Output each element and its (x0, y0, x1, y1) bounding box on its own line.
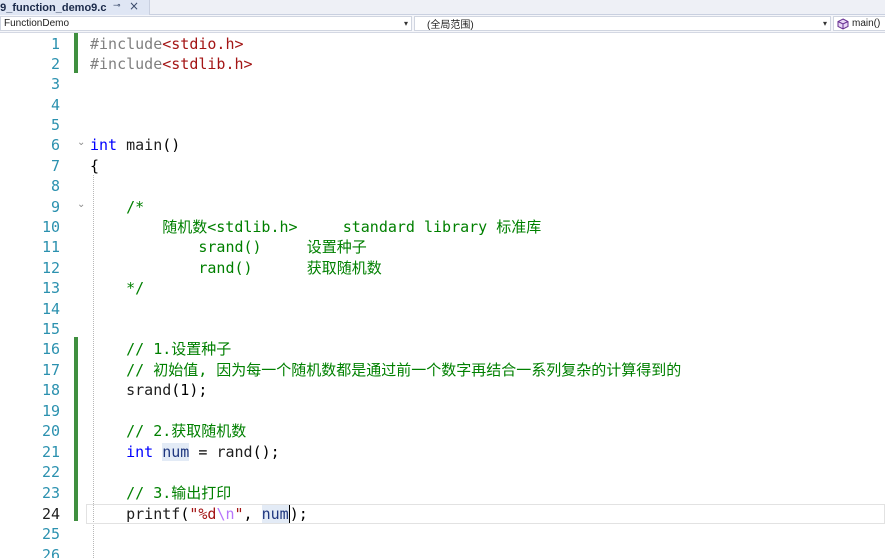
line-number: 25 (41, 525, 60, 543)
code-line: 14 (0, 299, 885, 319)
tab-strip: 09_function_demo9.c ⊸ × (0, 0, 885, 15)
code-line: 12 rand() 获取随机数 (0, 258, 885, 278)
file-tab-title: 09_function_demo9.c (0, 1, 107, 14)
line-number: 6 (50, 136, 60, 154)
file-tab[interactable]: 09_function_demo9.c ⊸ × (0, 0, 150, 15)
line-number: 21 (41, 443, 60, 461)
code-text[interactable]: printf("%d\n", num); (90, 504, 308, 524)
navigation-bar: FunctionDemo ▾ (全局范围) ▾ main() (0, 15, 885, 33)
fold-collapse-icon[interactable]: ⌄ (77, 137, 85, 148)
code-line: 21 int num = rand(); (0, 442, 885, 462)
code-line: 10 随机数<stdlib.h> standard library 标准库 (0, 217, 885, 237)
code-text[interactable]: #include<stdio.h> (90, 34, 244, 54)
chevron-down-icon[interactable]: ▾ (820, 19, 830, 28)
code-line: 1 #include<stdio.h> (0, 34, 885, 54)
code-text[interactable]: // 1.设置种子 (90, 339, 231, 359)
code-line: 15 (0, 319, 885, 339)
code-text[interactable]: // 3.输出打印 (90, 483, 231, 503)
code-line: 5 (0, 115, 885, 135)
line-number: 15 (41, 320, 60, 338)
code-line: 23 // 3.输出打印 (0, 483, 885, 503)
code-text[interactable]: 随机数<stdlib.h> standard library 标准库 (90, 217, 541, 237)
code-text[interactable]: // 2.获取随机数 (90, 421, 246, 441)
code-line: 11 srand() 设置种子 (0, 237, 885, 257)
code-line: 19 (0, 401, 885, 421)
code-line: 25 (0, 524, 885, 544)
code-text[interactable]: srand() 设置种子 (90, 237, 366, 257)
line-number: 26 (41, 546, 60, 558)
method-cube-icon (837, 17, 849, 30)
line-number: 16 (41, 340, 60, 358)
pin-icon[interactable]: ⊸ (113, 1, 121, 11)
line-number: 20 (41, 422, 60, 440)
line-number: 13 (41, 279, 60, 297)
code-line: 3 (0, 74, 885, 94)
project-dropdown-value: FunctionDemo (4, 18, 70, 29)
code-line: 18 srand(1); (0, 380, 885, 400)
code-text[interactable]: int main() (90, 135, 180, 155)
line-number: 1 (50, 35, 60, 53)
code-text[interactable]: int num = rand(); (90, 442, 280, 462)
code-line: 8 (0, 176, 885, 196)
line-number: 17 (41, 361, 60, 379)
code-line: 4 (0, 95, 885, 115)
line-number: 5 (50, 116, 60, 134)
code-line: 16 // 1.设置种子 (0, 339, 885, 359)
code-line: 22 (0, 462, 885, 482)
code-line: 9 ⌄ /* (0, 197, 885, 217)
line-number: 23 (41, 484, 60, 502)
line-number: 3 (50, 75, 60, 93)
scope-dropdown[interactable]: (全局范围) ▾ (414, 16, 831, 31)
code-line: 20 // 2.获取随机数 (0, 421, 885, 441)
line-number: 12 (41, 259, 60, 277)
line-number: 18 (41, 381, 60, 399)
fold-collapse-icon[interactable]: ⌄ (77, 199, 85, 210)
code-line: 7 { (0, 156, 885, 176)
project-dropdown[interactable]: FunctionDemo ▾ (0, 16, 412, 31)
line-number: 2 (50, 55, 60, 73)
line-number: 24 (41, 505, 60, 523)
code-line: 2 #include<stdlib.h> (0, 54, 885, 74)
line-number: 7 (50, 157, 60, 175)
line-number: 9 (50, 198, 60, 216)
code-text[interactable]: /* (90, 197, 144, 217)
line-number: 14 (41, 300, 60, 318)
line-number: 11 (41, 238, 60, 256)
code-editor[interactable]: 1 #include<stdio.h> 2 #include<stdlib.h>… (0, 33, 885, 558)
code-text[interactable]: #include<stdlib.h> (90, 54, 253, 74)
code-text[interactable]: // 初始值, 因为每一个随机数都是通过前一个数字再结合一系列复杂的计算得到的 (90, 360, 681, 380)
code-line: 17 // 初始值, 因为每一个随机数都是通过前一个数字再结合一系列复杂的计算得… (0, 360, 885, 380)
code-line: 26 (0, 545, 885, 558)
code-line: 13 */ (0, 278, 885, 298)
code-text[interactable]: rand() 获取随机数 (90, 258, 381, 278)
line-number: 8 (50, 177, 60, 195)
line-number: 19 (41, 402, 60, 420)
close-icon[interactable]: × (129, 0, 139, 13)
chevron-down-icon[interactable]: ▾ (401, 19, 411, 28)
function-dropdown[interactable]: main() (833, 16, 885, 31)
code-line: 6 ⌄ int main() (0, 135, 885, 155)
line-number: 10 (41, 218, 60, 236)
code-text[interactable]: srand(1); (90, 380, 207, 400)
function-dropdown-value: main() (852, 18, 881, 29)
code-text[interactable]: */ (90, 278, 144, 298)
line-number: 22 (41, 463, 60, 481)
code-text[interactable]: { (90, 156, 99, 176)
scope-dropdown-value: (全局范围) (427, 20, 474, 31)
code-line-current: 24 printf("%d\n", num); (0, 504, 885, 524)
line-number: 4 (50, 96, 60, 114)
